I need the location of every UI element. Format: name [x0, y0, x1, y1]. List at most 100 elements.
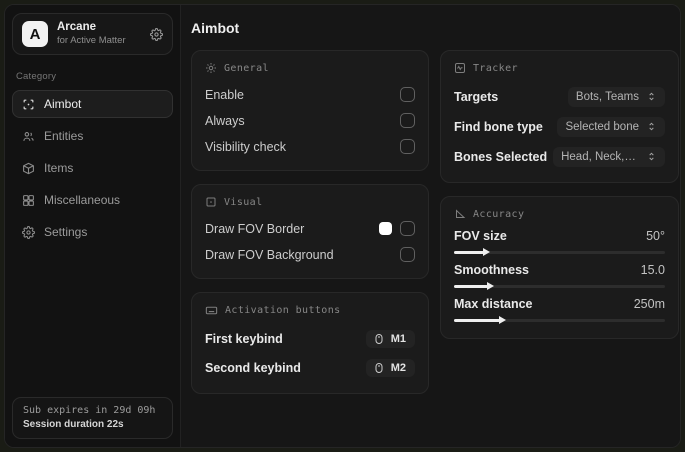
mouse-icon: [373, 333, 385, 345]
dropdown-value: Bots, Teams: [575, 90, 639, 103]
slider-label: FOV size: [454, 229, 507, 243]
sidebar-item-label: Items: [44, 161, 74, 176]
setting-row-bones-selected: Bones Selected Head, Neck, Body, Pe..: [454, 143, 665, 170]
card-title-tracker: Tracker: [473, 62, 518, 74]
category-label: Category: [16, 71, 57, 83]
frame-icon: [205, 196, 217, 208]
setting-row-fov-border: Draw FOV Border: [205, 217, 415, 240]
keybind-value: M1: [390, 333, 406, 345]
cube-icon: [22, 162, 35, 175]
dropdown-value: Head, Neck, Body, Pe..: [561, 150, 639, 163]
keyboard-icon: [205, 304, 218, 317]
setting-row-second-keybind: Second keybind M2: [205, 355, 415, 381]
enable-checkbox[interactable]: [400, 87, 415, 102]
gear-icon[interactable]: [150, 27, 163, 41]
sidebar-item-settings[interactable]: Settings: [12, 218, 173, 246]
max-distance-slider[interactable]: [454, 316, 665, 324]
keybind-value: M2: [390, 362, 406, 374]
app-meta: Arcane for Active Matter: [57, 21, 141, 47]
session-duration-text: Session duration 22s: [23, 419, 124, 430]
settings-sliders-icon: [205, 62, 217, 74]
second-keybind-button[interactable]: M2: [365, 359, 415, 377]
slider-label: Smoothness: [454, 263, 530, 277]
slider-value: 50°: [646, 229, 665, 243]
bones-selected-dropdown[interactable]: Head, Neck, Body, Pe..: [553, 146, 665, 167]
setting-row-visibility-check: Visibility check: [205, 135, 415, 158]
setting-row-first-keybind: First keybind M1: [205, 326, 415, 352]
slider-row-max-distance: Max distance 250m: [454, 297, 665, 324]
setting-label: Targets: [454, 89, 499, 104]
setting-row-fov-background: Draw FOV Background: [205, 243, 415, 266]
sidebar-item-entities[interactable]: Entities: [12, 122, 173, 150]
setting-row-find-bone-type: Find bone type Selected bone: [454, 113, 665, 140]
setting-label: Visibility check: [205, 139, 287, 154]
card-title-general: General: [224, 62, 269, 74]
card-title-visual: Visual: [224, 196, 263, 208]
accuracy-card: Accuracy FOV size 50° Smoothness 15.0 Ma…: [440, 196, 679, 339]
setting-label: Draw FOV Border: [205, 221, 305, 236]
sidebar-menu: Aimbot Entities Items Miscellaneous Sett…: [12, 90, 173, 246]
sidebar-item-label: Settings: [44, 225, 88, 240]
find-bone-type-dropdown[interactable]: Selected bone: [557, 116, 665, 137]
expand-arrows-icon: [646, 91, 657, 102]
slider-row-fov-size: FOV size 50°: [454, 229, 665, 256]
setting-row-enable: Enable: [205, 83, 415, 106]
fov-size-slider[interactable]: [454, 248, 665, 256]
slider-value: 250m: [633, 297, 665, 311]
expand-arrows-icon: [646, 121, 657, 132]
sidebar-item-aimbot[interactable]: Aimbot: [12, 90, 173, 119]
slider-row-smoothness: Smoothness 15.0: [454, 263, 665, 290]
setting-label: First keybind: [205, 332, 283, 346]
activation-buttons-card: Activation buttons First keybind M1 Seco…: [191, 292, 429, 394]
general-card: General Enable Always Visibility check: [191, 50, 429, 171]
entities-icon: [22, 130, 35, 143]
sidebar: A Arcane for Active Matter Category Aimb…: [5, 5, 181, 447]
sidebar-item-items[interactable]: Items: [12, 154, 173, 182]
app-subtitle: for Active Matter: [57, 34, 126, 46]
layout-grid-icon: [22, 194, 35, 207]
sidebar-item-label: Aimbot: [44, 97, 82, 112]
targets-dropdown[interactable]: Bots, Teams: [567, 86, 665, 107]
card-title-accuracy: Accuracy: [473, 208, 525, 220]
main-content: Aimbot General Enable Always Visibility …: [181, 5, 680, 447]
setting-row-always: Always: [205, 109, 415, 132]
slider-thumb[interactable]: [482, 248, 490, 256]
visual-card: Visual Draw FOV Border Draw FOV Backgrou…: [191, 184, 429, 279]
slider-thumb[interactable]: [486, 282, 494, 290]
app-window: A Arcane for Active Matter Category Aimb…: [4, 4, 681, 448]
fov-border-checkbox[interactable]: [400, 221, 415, 236]
app-logo: A: [22, 21, 48, 48]
setting-row-targets: Targets Bots, Teams: [454, 83, 665, 110]
card-title-activation: Activation buttons: [225, 305, 341, 316]
fov-background-checkbox[interactable]: [400, 247, 415, 262]
gear-icon: [22, 225, 35, 239]
slider-label: Max distance: [454, 297, 533, 311]
dropdown-value: Selected bone: [565, 120, 639, 133]
slider-thumb[interactable]: [499, 316, 507, 324]
setting-label: Find bone type: [454, 119, 543, 134]
smoothness-slider[interactable]: [454, 282, 665, 290]
page-title: Aimbot: [191, 20, 240, 36]
crosshair-scan-icon: [22, 98, 35, 111]
slider-value: 15.0: [640, 263, 665, 277]
tracker-card: Tracker Targets Bots, Teams Find bone ty…: [440, 50, 679, 183]
first-keybind-button[interactable]: M1: [365, 330, 415, 348]
sidebar-item-label: Miscellaneous: [44, 193, 121, 208]
sidebar-item-label: Entities: [44, 129, 84, 144]
mouse-icon: [373, 362, 385, 374]
always-checkbox[interactable]: [400, 113, 415, 128]
setting-label: Draw FOV Background: [205, 247, 334, 262]
setting-label: Always: [205, 113, 245, 128]
expand-arrows-icon: [646, 151, 657, 162]
app-name: Arcane: [57, 21, 96, 33]
subscription-info-box: Sub expires in 29d 09h Session duration …: [12, 397, 173, 439]
setting-label: Second keybind: [205, 361, 301, 375]
activity-icon: [454, 62, 466, 74]
angle-icon: [454, 208, 466, 220]
visibility-check-checkbox[interactable]: [400, 139, 415, 154]
sub-expires-text: Sub expires in 29d 09h: [23, 405, 156, 416]
setting-label: Enable: [205, 87, 244, 102]
sidebar-item-miscellaneous[interactable]: Miscellaneous: [12, 186, 173, 214]
app-header-card: A Arcane for Active Matter: [12, 13, 173, 56]
fov-border-color-swatch[interactable]: [379, 222, 392, 235]
